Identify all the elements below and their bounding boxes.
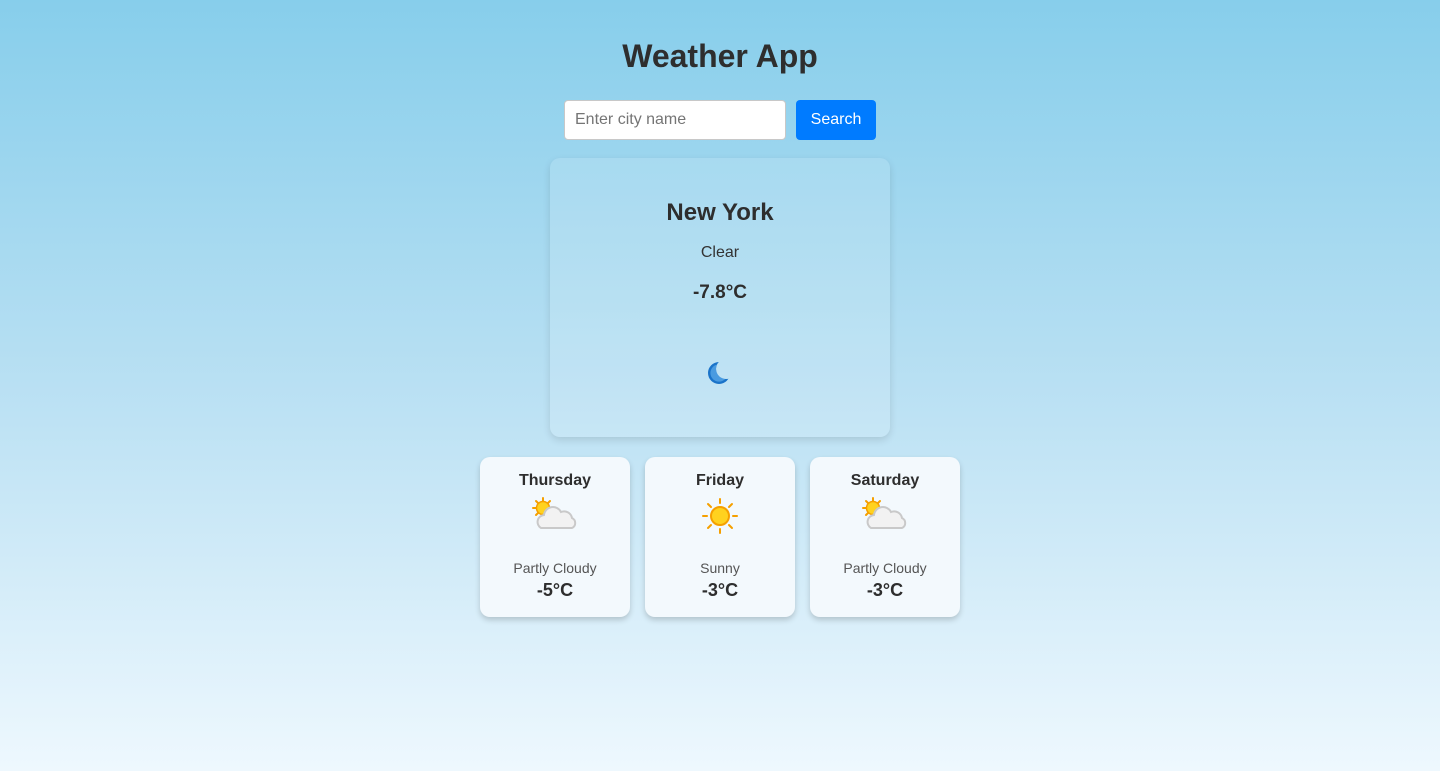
forecast-day: Friday (695, 472, 744, 489)
forecast-card: Thursday Partly Cloudy -5°C (480, 457, 630, 617)
current-condition: Clear (700, 244, 740, 261)
forecast-temperature: -5°C (536, 580, 574, 600)
city-search-input[interactable] (564, 100, 786, 140)
city-name: New York (666, 199, 774, 226)
forecast-condition: Sunny (700, 560, 740, 576)
forecast-temperature: -3°C (701, 580, 739, 600)
search-button[interactable]: Search (796, 100, 876, 140)
current-temperature: -7.8°C (692, 282, 748, 303)
partly-cloudy-icon (532, 497, 577, 529)
forecast-condition: Partly Cloudy (843, 560, 927, 576)
forecast-card: Friday Sunny -3°C (645, 457, 795, 617)
forecast-condition: Partly Cloudy (513, 560, 597, 576)
moon-icon (708, 362, 730, 384)
current-weather-card: New York Clear -7.8°C (550, 158, 890, 437)
page-title: Weather App (622, 38, 818, 74)
sun-icon (702, 498, 738, 534)
partly-cloudy-icon (862, 497, 907, 529)
forecast-card: Saturday Partly Cloudy -3°C (810, 457, 960, 617)
forecast-day: Saturday (850, 472, 920, 489)
forecast-temperature: -3°C (866, 580, 904, 600)
forecast-day: Thursday (518, 472, 591, 489)
search-bar: Search (564, 100, 876, 140)
